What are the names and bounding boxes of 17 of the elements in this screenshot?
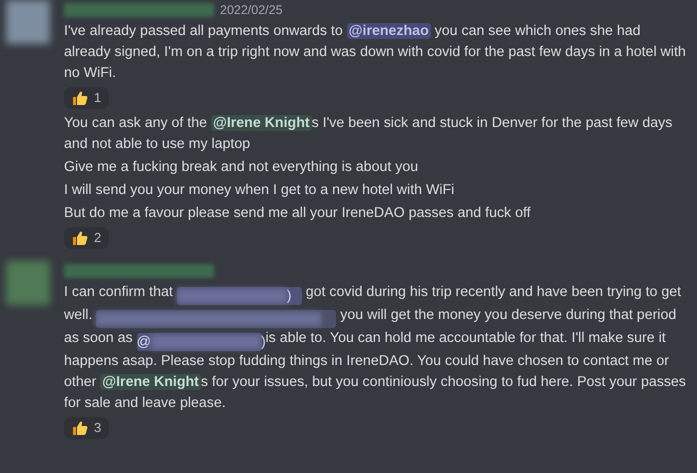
thumbs-up-icon — [72, 90, 88, 106]
message-text: I will send you your money when I get to a new hotel with WiFi — [64, 181, 456, 200]
reaction-button[interactable]: 2 — [64, 227, 110, 249]
timestamp: 2022/02/25 — [220, 3, 283, 17]
mention-link[interactable]: @irenezhao — [346, 23, 431, 39]
mention-link[interactable]: @Irene Knight — [210, 115, 312, 131]
thumbs-up-icon — [72, 230, 88, 246]
reaction-button[interactable]: 3 — [64, 417, 110, 439]
message-text: But do me a favour please send me all your IreneDAO passes and fuck off — [64, 204, 532, 223]
message-text: Give me a fucking break and not everything is about you — [64, 158, 420, 177]
redacted-mention: ) — [176, 287, 302, 305]
message-text: You can ask any of the @Irene Knights I've been sick and stuck in Denver for the past few days and not able to use my laptop — [64, 114, 674, 154]
message-text: I've already passed all payments onwards to @irenezhao you can see which ones she had already signed, I'm on a trip right now and was down with covid for the past few days in a hotel with no WiFi. — [64, 22, 687, 83]
mention-link[interactable]: @Irene Knight — [100, 374, 201, 390]
reaction-button[interactable]: 1 — [64, 87, 110, 109]
thumbs-up-icon — [72, 420, 88, 436]
message-text: I can confirm that ) got covid during his trip recently and have been trying to get well. you will get the money you deserve during that period as soon as @ )is able to. You can hold me accountable for that. I'll make sure it happens asap. Please stop fudding things in IreneDAO. You could have chosen to contact me or other @Irene Knights for your issues, but you continiously choosing to fud here. Post your passes for sale and leave please. — [64, 283, 687, 413]
